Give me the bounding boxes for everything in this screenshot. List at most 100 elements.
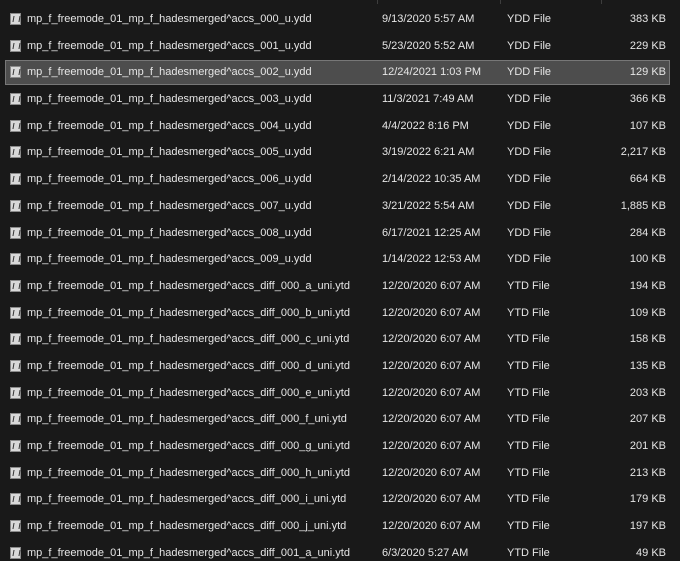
file-size: 49 KB [636, 546, 666, 559]
file-name: mp_f_freemode_01_mp_f_hadesmerged^accs_d… [27, 413, 347, 426]
document-file-icon [10, 273, 22, 300]
file-name: mp_f_freemode_01_mp_f_hadesmerged^accs_0… [27, 199, 312, 212]
file-row[interactable]: mp_f_freemode_01_mp_f_hadesmerged^accs_d… [0, 460, 680, 487]
column-divider[interactable] [601, 0, 602, 4]
file-row[interactable]: mp_f_freemode_01_mp_f_hadesmerged^accs_0… [0, 139, 680, 166]
file-row[interactable]: mp_f_freemode_01_mp_f_hadesmerged^accs_d… [0, 513, 680, 540]
file-type: YTD File [507, 386, 550, 399]
file-date-modified: 6/3/2020 5:27 AM [382, 546, 469, 559]
file-type: YDD File [507, 253, 552, 266]
file-type: YDD File [507, 146, 552, 159]
file-type: YDD File [507, 39, 552, 52]
file-size: 366 KB [629, 93, 666, 106]
file-date-modified: 12/20/2020 6:07 AM [382, 279, 481, 292]
file-date-modified: 6/17/2021 12:25 AM [382, 226, 481, 239]
file-size: 109 KB [629, 306, 666, 319]
file-name: mp_f_freemode_01_mp_f_hadesmerged^accs_d… [27, 546, 350, 559]
file-row[interactable]: mp_f_freemode_01_mp_f_hadesmerged^accs_d… [0, 486, 680, 513]
document-file-icon [10, 33, 22, 60]
file-row[interactable]: mp_f_freemode_01_mp_f_hadesmerged^accs_d… [0, 406, 680, 433]
file-date-modified: 12/20/2020 6:07 AM [382, 466, 481, 479]
document-file-icon [10, 59, 22, 86]
file-date-modified: 4/4/2022 8:16 PM [382, 119, 469, 132]
file-name: mp_f_freemode_01_mp_f_hadesmerged^accs_d… [27, 306, 350, 319]
file-name: mp_f_freemode_01_mp_f_hadesmerged^accs_0… [27, 93, 312, 106]
file-row[interactable]: mp_f_freemode_01_mp_f_hadesmerged^accs_0… [0, 193, 680, 220]
file-type: YTD File [507, 413, 550, 426]
document-file-icon [10, 540, 22, 561]
document-file-icon [10, 380, 22, 407]
column-divider[interactable] [500, 0, 501, 4]
document-file-icon [10, 113, 22, 140]
file-size: 179 KB [629, 493, 666, 506]
file-row[interactable]: mp_f_freemode_01_mp_f_hadesmerged^accs_d… [0, 326, 680, 353]
file-name: mp_f_freemode_01_mp_f_hadesmerged^accs_d… [27, 333, 350, 346]
file-row[interactable]: mp_f_freemode_01_mp_f_hadesmerged^accs_0… [0, 166, 680, 193]
file-row[interactable]: mp_f_freemode_01_mp_f_hadesmerged^accs_d… [0, 433, 680, 460]
file-type: YTD File [507, 466, 550, 479]
document-file-icon [10, 193, 22, 220]
file-type: YTD File [507, 279, 550, 292]
document-file-icon [10, 166, 22, 193]
file-date-modified: 12/20/2020 6:07 AM [382, 440, 481, 452]
file-row[interactable]: mp_f_freemode_01_mp_f_hadesmerged^accs_d… [0, 380, 680, 407]
document-file-icon [10, 433, 22, 460]
file-name: mp_f_freemode_01_mp_f_hadesmerged^accs_d… [27, 440, 350, 452]
file-row[interactable]: mp_f_freemode_01_mp_f_hadesmerged^accs_d… [0, 273, 680, 300]
file-type: YTD File [507, 546, 550, 559]
file-date-modified: 5/23/2020 5:52 AM [382, 39, 475, 52]
file-name: mp_f_freemode_01_mp_f_hadesmerged^accs_0… [27, 66, 312, 79]
file-type: YDD File [507, 93, 552, 106]
file-size: 383 KB [629, 13, 666, 25]
file-row[interactable]: mp_f_freemode_01_mp_f_hadesmerged^accs_0… [0, 246, 680, 273]
file-date-modified: 3/21/2022 5:54 AM [382, 199, 475, 212]
file-type: YDD File [507, 226, 552, 239]
file-row[interactable]: mp_f_freemode_01_mp_f_hadesmerged^accs_0… [0, 220, 680, 247]
file-type: YDD File [507, 13, 552, 25]
document-file-icon [10, 513, 22, 540]
file-date-modified: 12/24/2021 1:03 PM [382, 66, 482, 79]
document-file-icon [10, 246, 22, 273]
file-list: mp_f_freemode_01_mp_f_hadesmerged^accs_0… [0, 0, 680, 561]
file-date-modified: 3/19/2022 6:21 AM [382, 146, 475, 159]
file-name: mp_f_freemode_01_mp_f_hadesmerged^accs_d… [27, 359, 350, 372]
file-row[interactable]: mp_f_freemode_01_mp_f_hadesmerged^accs_0… [0, 113, 680, 140]
file-row[interactable]: mp_f_freemode_01_mp_f_hadesmerged^accs_d… [0, 353, 680, 380]
file-row[interactable]: mp_f_freemode_01_mp_f_hadesmerged^accs_d… [0, 300, 680, 327]
file-name: mp_f_freemode_01_mp_f_hadesmerged^accs_0… [27, 226, 312, 239]
file-row[interactable]: mp_f_freemode_01_mp_f_hadesmerged^accs_0… [0, 86, 680, 113]
file-size: 203 KB [629, 386, 666, 399]
file-date-modified: 12/20/2020 6:07 AM [382, 413, 481, 426]
document-file-icon [10, 86, 22, 113]
document-file-icon [10, 220, 22, 247]
file-date-modified: 9/13/2020 5:57 AM [382, 13, 475, 25]
file-name: mp_f_freemode_01_mp_f_hadesmerged^accs_0… [27, 173, 312, 186]
file-name: mp_f_freemode_01_mp_f_hadesmerged^accs_0… [27, 39, 312, 52]
file-date-modified: 11/3/2021 7:49 AM [382, 93, 474, 106]
file-date-modified: 12/20/2020 6:07 AM [382, 520, 481, 533]
document-file-icon [10, 326, 22, 353]
file-type: YDD File [507, 66, 552, 79]
file-row[interactable]: mp_f_freemode_01_mp_f_hadesmerged^accs_0… [0, 59, 680, 86]
file-date-modified: 12/20/2020 6:07 AM [382, 493, 481, 506]
file-row[interactable]: mp_f_freemode_01_mp_f_hadesmerged^accs_0… [0, 6, 680, 33]
file-type: YTD File [507, 440, 550, 452]
file-size: 207 KB [629, 413, 666, 426]
file-type: YTD File [507, 306, 550, 319]
file-date-modified: 12/20/2020 6:07 AM [382, 306, 481, 319]
file-size: 107 KB [629, 119, 666, 132]
file-row[interactable]: mp_f_freemode_01_mp_f_hadesmerged^accs_d… [0, 540, 680, 561]
column-divider[interactable] [377, 0, 378, 4]
file-size: 2,217 KB [620, 146, 666, 159]
file-type: YDD File [507, 199, 552, 212]
file-rows: mp_f_freemode_01_mp_f_hadesmerged^accs_0… [0, 6, 680, 561]
file-type: YTD File [507, 359, 550, 372]
file-size: 194 KB [629, 279, 666, 292]
file-name: mp_f_freemode_01_mp_f_hadesmerged^accs_0… [27, 119, 312, 132]
file-date-modified: 12/20/2020 6:07 AM [382, 386, 481, 399]
file-name: mp_f_freemode_01_mp_f_hadesmerged^accs_d… [27, 520, 347, 533]
file-row[interactable]: mp_f_freemode_01_mp_f_hadesmerged^accs_0… [0, 33, 680, 60]
document-file-icon [10, 139, 22, 166]
file-size: 197 KB [629, 520, 666, 533]
file-name: mp_f_freemode_01_mp_f_hadesmerged^accs_0… [27, 146, 312, 159]
